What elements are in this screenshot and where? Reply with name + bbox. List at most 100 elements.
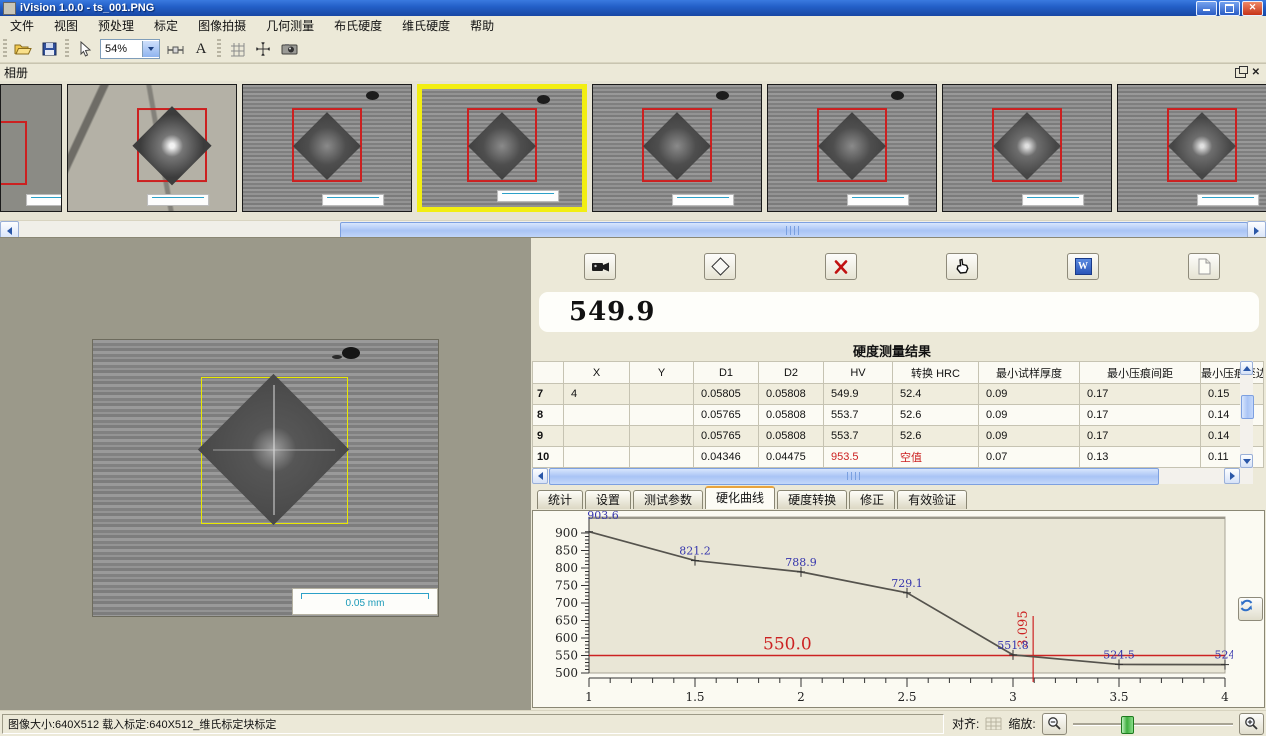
table-cell[interactable]: 52.6 (893, 426, 979, 447)
tab-0[interactable]: 统计 (537, 490, 583, 509)
menu-item-6[interactable]: 布氏硬度 (324, 16, 392, 36)
scroll-left-button[interactable] (532, 468, 548, 484)
close-button[interactable]: ✕ (1242, 1, 1263, 16)
table-cell[interactable]: 0.04346 (694, 447, 759, 468)
table-row-7[interactable]: 740.058050.05808549.952.40.090.170.15 (533, 384, 1264, 405)
menu-item-0[interactable]: 文件 (0, 16, 44, 36)
menu-item-8[interactable]: 帮助 (460, 16, 504, 36)
album-thumbnail-5[interactable] (592, 84, 762, 212)
text-tool-button[interactable]: A (188, 37, 214, 61)
table-cell[interactable]: 0.14 (1201, 405, 1264, 426)
table-cell[interactable]: 0.05808 (759, 426, 824, 447)
table-cell[interactable]: 52.6 (893, 405, 979, 426)
table-cell[interactable] (564, 405, 630, 426)
table-cell[interactable] (564, 426, 630, 447)
table-cell[interactable]: 953.5 (824, 447, 893, 468)
minimize-button[interactable] (1196, 1, 1217, 16)
grid-overlay-button[interactable] (224, 37, 250, 61)
tab-2[interactable]: 测试参数 (633, 490, 703, 509)
table-cell[interactable] (630, 447, 694, 468)
table-cell[interactable]: 0.15 (1201, 384, 1264, 405)
specimen-image[interactable]: 0.05 mm (92, 339, 439, 617)
zoom-in-button[interactable] (1239, 713, 1264, 735)
video-capture-button[interactable] (584, 253, 616, 280)
maximize-button[interactable] (1219, 1, 1240, 16)
snapshot-button[interactable] (276, 37, 302, 61)
table-cell[interactable] (630, 405, 694, 426)
float-panel-icon[interactable] (1235, 68, 1246, 78)
menu-item-1[interactable]: 视图 (44, 16, 88, 36)
thumbnail-scrollbar[interactable] (0, 220, 1266, 238)
table-cell[interactable]: 0.11 (1201, 447, 1264, 468)
table-cell[interactable]: 549.9 (824, 384, 893, 405)
tab-5[interactable]: 修正 (849, 490, 895, 509)
table-cell[interactable]: 0.09 (979, 426, 1080, 447)
export-word-button[interactable]: W (1067, 253, 1099, 280)
tab-4[interactable]: 硬度转换 (777, 490, 847, 509)
delete-measure-button[interactable] (825, 253, 857, 280)
menu-item-2[interactable]: 预处理 (88, 16, 144, 36)
album-thumbnail-7[interactable] (942, 84, 1112, 212)
zoom-level-select[interactable]: 54% (100, 39, 160, 59)
table-cell[interactable]: 0.05765 (694, 426, 759, 447)
image-viewer[interactable]: 0.05 mm (0, 238, 531, 711)
menu-item-3[interactable]: 标定 (144, 16, 188, 36)
table-cell[interactable]: 0.05805 (694, 384, 759, 405)
table-cell[interactable]: 0.17 (1080, 384, 1201, 405)
table-cell[interactable]: 0.05808 (759, 384, 824, 405)
table-cell[interactable]: 0.17 (1080, 426, 1201, 447)
album-thumbnail-6[interactable] (767, 84, 937, 212)
table-cell[interactable] (564, 447, 630, 468)
album-thumbnail-1[interactable] (0, 84, 62, 212)
refresh-chart-button[interactable] (1238, 597, 1263, 621)
tab-1[interactable]: 设置 (585, 490, 631, 509)
table-cell[interactable]: 0.14 (1201, 426, 1264, 447)
align-grid-icon[interactable] (985, 717, 1002, 730)
scroll-up-button[interactable] (1240, 361, 1253, 375)
zoom-slider-thumb[interactable] (1121, 716, 1134, 734)
scroll-down-button[interactable] (1240, 454, 1253, 468)
scroll-right-button[interactable] (1224, 468, 1240, 484)
tab-3[interactable]: 硬化曲线 (705, 486, 775, 509)
table-row-10[interactable]: 100.043460.04475953.5空值0.070.130.11 (533, 447, 1264, 468)
zoom-slider[interactable] (1073, 714, 1233, 734)
scrollbar-thumb[interactable] (1241, 395, 1254, 419)
new-document-button[interactable] (1188, 253, 1220, 280)
menu-item-4[interactable]: 图像拍摄 (188, 16, 256, 36)
zoom-out-button[interactable] (1042, 713, 1067, 735)
table-cell[interactable]: 0.09 (979, 405, 1080, 426)
indent-measure-button[interactable] (704, 253, 736, 280)
table-row-9[interactable]: 9 0.057650.05808553.752.60.090.170.14 (533, 426, 1264, 447)
table-cell[interactable] (630, 384, 694, 405)
table-row-8[interactable]: 80.057650.05808553.752.60.090.170.14 (533, 405, 1264, 426)
table-cell[interactable]: 空值 (893, 447, 979, 468)
table-cell[interactable]: 553.7 (824, 405, 893, 426)
album-thumbnail-2[interactable] (67, 84, 237, 212)
album-thumbnail-3[interactable] (242, 84, 412, 212)
table-cell[interactable]: 8 (533, 405, 564, 426)
table-vertical-scrollbar[interactable] (1240, 361, 1253, 468)
tab-6[interactable]: 有效验证 (897, 490, 967, 509)
table-cell[interactable]: 0.05808 (759, 405, 824, 426)
menu-item-5[interactable]: 几何测量 (256, 16, 324, 36)
scrollbar-thumb[interactable] (549, 468, 1159, 485)
hand-tool-button[interactable] (946, 253, 978, 280)
table-cell[interactable]: 0.17 (1080, 405, 1201, 426)
table-cell[interactable] (630, 426, 694, 447)
table-cell[interactable]: 9 (533, 426, 564, 447)
menu-item-7[interactable]: 维氏硬度 (392, 16, 460, 36)
measure-tool-button[interactable] (162, 37, 188, 61)
table-cell[interactable]: 10 (533, 447, 564, 468)
table-cell[interactable]: 0.04475 (759, 447, 824, 468)
zoom-dropdown-button[interactable] (142, 41, 159, 57)
table-cell[interactable]: 0.09 (979, 384, 1080, 405)
table-cell[interactable]: 553.7 (824, 426, 893, 447)
table-cell[interactable]: 52.4 (893, 384, 979, 405)
table-cell[interactable]: 7 (533, 384, 564, 405)
album-thumbnail-8[interactable] (1117, 84, 1266, 212)
table-cell[interactable]: 0.07 (979, 447, 1080, 468)
save-button[interactable] (36, 37, 62, 61)
table-horizontal-scrollbar[interactable] (532, 468, 1253, 484)
open-file-button[interactable] (10, 37, 36, 61)
center-image-button[interactable] (250, 37, 276, 61)
